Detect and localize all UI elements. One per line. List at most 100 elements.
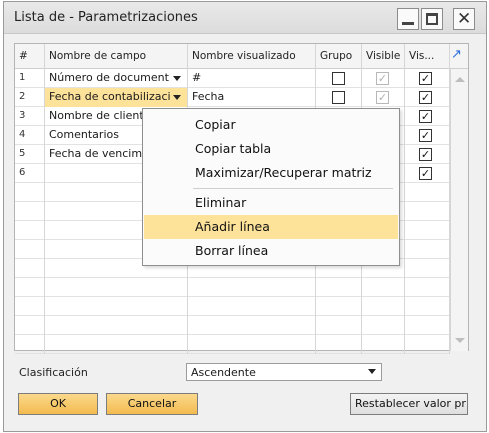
grid-header: # Nombre de campo Nombre visualizado Gru… bbox=[15, 44, 468, 69]
checkbox[interactable] bbox=[332, 72, 345, 85]
display-name-cell[interactable]: # bbox=[188, 69, 316, 88]
group-cell[interactable] bbox=[316, 297, 362, 316]
col-header-display-name[interactable]: Nombre visualizado bbox=[188, 44, 316, 69]
vis-cell[interactable] bbox=[405, 240, 450, 259]
vis-cell[interactable]: ✓ bbox=[405, 145, 450, 164]
scroll-down-icon[interactable] bbox=[455, 338, 465, 343]
title-bar[interactable]: Lista de - Parametrizaciones ✕ bbox=[4, 2, 486, 34]
table-row[interactable]: 1 Número de document # ✓ ✓ bbox=[15, 69, 450, 88]
visible-cell[interactable]: ✓ bbox=[362, 69, 405, 88]
checkbox[interactable]: ✓ bbox=[419, 91, 432, 104]
row-number-cell bbox=[15, 316, 45, 335]
checkbox[interactable]: ✓ bbox=[419, 167, 432, 180]
col-header-vis[interactable]: Vis... bbox=[405, 44, 450, 69]
row-number-cell bbox=[15, 297, 45, 316]
table-row[interactable] bbox=[15, 316, 450, 335]
row-number-cell bbox=[15, 221, 45, 240]
checkbox[interactable]: ✓ bbox=[419, 129, 432, 142]
expand-arrow-icon[interactable]: ↗ bbox=[451, 48, 465, 62]
vis-cell[interactable] bbox=[405, 202, 450, 221]
vis-cell[interactable] bbox=[405, 335, 450, 354]
col-header-number[interactable]: # bbox=[15, 44, 45, 69]
maximize-button[interactable] bbox=[421, 8, 443, 30]
group-cell[interactable] bbox=[316, 316, 362, 335]
group-cell[interactable] bbox=[316, 69, 362, 88]
field-name-cell[interactable] bbox=[45, 278, 188, 297]
row-number-cell: 4 bbox=[15, 126, 45, 145]
display-name-cell[interactable] bbox=[188, 316, 316, 335]
vis-cell[interactable] bbox=[405, 278, 450, 297]
menu-item-maximize-matrix[interactable]: Maximizar/Recuperar matriz bbox=[144, 161, 398, 185]
checkbox[interactable]: ✓ bbox=[419, 110, 432, 123]
vis-cell[interactable]: ✓ bbox=[405, 126, 450, 145]
reset-default-button[interactable]: Restablecer valor pr bbox=[350, 393, 468, 415]
menu-separator bbox=[193, 188, 393, 189]
group-cell[interactable] bbox=[316, 278, 362, 297]
minimize-button[interactable] bbox=[397, 8, 419, 30]
close-icon: ✕ bbox=[457, 9, 472, 29]
table-row[interactable]: 2 Fecha de contabilizaci Fecha ✓ ✓ bbox=[15, 88, 450, 107]
field-name-cell[interactable] bbox=[45, 335, 188, 354]
checkbox[interactable]: ✓ bbox=[419, 148, 432, 161]
field-name-text: Fecha de vencim bbox=[49, 147, 143, 160]
vis-cell[interactable]: ✓ bbox=[405, 164, 450, 183]
display-name-cell[interactable] bbox=[188, 297, 316, 316]
close-button[interactable]: ✕ bbox=[453, 8, 475, 30]
row-number-cell bbox=[15, 259, 45, 278]
sort-value: Ascendente bbox=[191, 366, 256, 379]
checkbox: ✓ bbox=[376, 72, 389, 85]
menu-item-delete[interactable]: Eliminar bbox=[144, 191, 398, 215]
vertical-scrollbar[interactable] bbox=[450, 69, 468, 351]
ok-button[interactable]: OK bbox=[18, 393, 98, 415]
visible-cell[interactable] bbox=[362, 297, 405, 316]
visible-cell[interactable] bbox=[362, 335, 405, 354]
field-name-cell[interactable] bbox=[45, 316, 188, 335]
row-number-cell: 5 bbox=[15, 145, 45, 164]
menu-item-copy[interactable]: Copiar bbox=[144, 113, 398, 137]
vis-cell[interactable] bbox=[405, 316, 450, 335]
table-row[interactable] bbox=[15, 297, 450, 316]
chevron-down-icon[interactable] bbox=[173, 76, 181, 81]
visible-cell[interactable]: ✓ bbox=[362, 88, 405, 107]
field-name-text: Número de document bbox=[49, 71, 169, 84]
chevron-down-icon[interactable] bbox=[173, 95, 181, 100]
group-cell[interactable] bbox=[316, 335, 362, 354]
visible-cell[interactable] bbox=[362, 316, 405, 335]
field-name-cell[interactable]: Fecha de contabilizaci bbox=[45, 88, 188, 107]
vis-cell[interactable]: ✓ bbox=[405, 88, 450, 107]
table-row[interactable] bbox=[15, 335, 450, 354]
vis-cell[interactable] bbox=[405, 221, 450, 240]
vis-cell[interactable] bbox=[405, 259, 450, 278]
scroll-up-icon[interactable] bbox=[455, 77, 465, 82]
sort-dropdown[interactable]: Ascendente bbox=[186, 363, 382, 381]
vis-cell[interactable]: ✓ bbox=[405, 107, 450, 126]
table-row[interactable] bbox=[15, 278, 450, 297]
row-number-cell bbox=[15, 240, 45, 259]
vis-cell[interactable]: ✓ bbox=[405, 69, 450, 88]
window-title: Lista de - Parametrizaciones bbox=[14, 10, 198, 25]
checkbox[interactable] bbox=[332, 91, 345, 104]
row-number-cell bbox=[15, 335, 45, 354]
menu-item-add-line[interactable]: Añadir línea bbox=[144, 215, 398, 239]
menu-item-copy-table[interactable]: Copiar tabla bbox=[144, 137, 398, 161]
col-header-group[interactable]: Grupo bbox=[316, 44, 362, 69]
menu-item-clear-line[interactable]: Borrar línea bbox=[144, 239, 398, 263]
group-cell[interactable] bbox=[316, 88, 362, 107]
vis-cell[interactable] bbox=[405, 297, 450, 316]
vis-cell[interactable] bbox=[405, 183, 450, 202]
row-number-cell bbox=[15, 278, 45, 297]
display-name-cell[interactable]: Fecha bbox=[188, 88, 316, 107]
row-number-cell: 2 bbox=[15, 88, 45, 107]
checkbox[interactable]: ✓ bbox=[419, 72, 432, 85]
cancel-button[interactable]: Cancelar bbox=[106, 393, 198, 415]
field-name-cell[interactable]: Número de document bbox=[45, 69, 188, 88]
display-name-cell[interactable] bbox=[188, 278, 316, 297]
field-name-cell[interactable] bbox=[45, 297, 188, 316]
chevron-down-icon bbox=[368, 369, 376, 374]
col-header-field-name[interactable]: Nombre de campo bbox=[45, 44, 188, 69]
col-header-visible[interactable]: Visible bbox=[362, 44, 405, 69]
display-name-cell[interactable] bbox=[188, 335, 316, 354]
visible-cell[interactable] bbox=[362, 278, 405, 297]
checkbox: ✓ bbox=[376, 91, 389, 104]
field-name-text: Comentarios bbox=[49, 128, 119, 141]
